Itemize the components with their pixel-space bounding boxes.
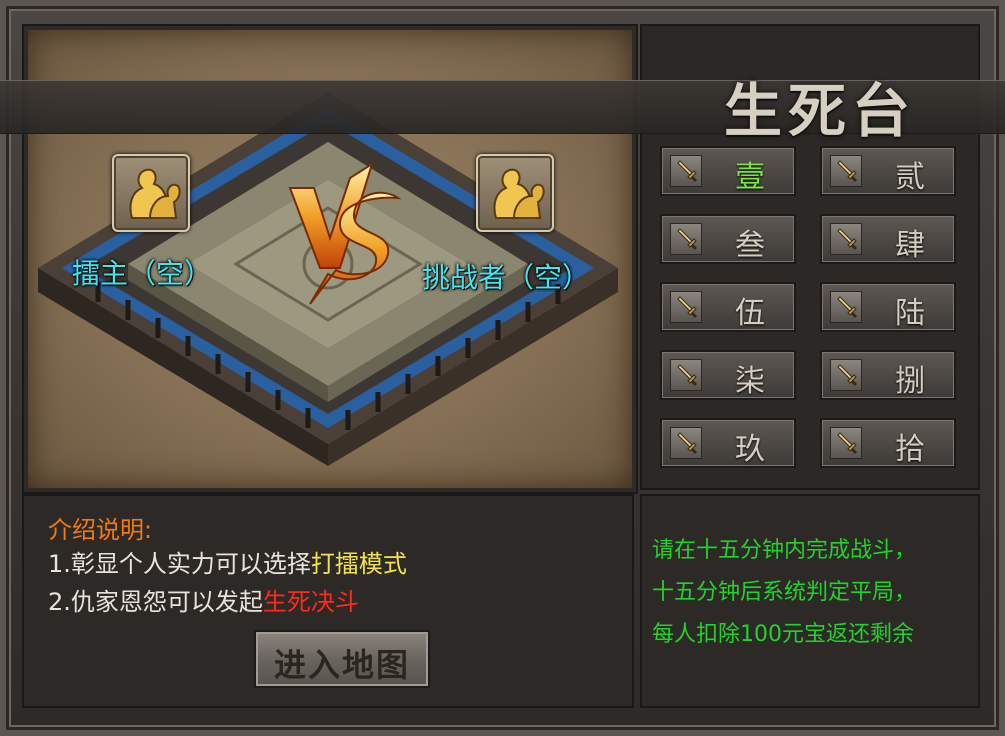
fighter-silhouette-icon <box>129 168 181 219</box>
rules-line: 每人扣除100元宝返还剩余 <box>652 622 914 647</box>
sword-icon <box>670 291 702 323</box>
room-label: 陆 <box>895 296 925 331</box>
sword-icon <box>670 223 702 255</box>
sword-icon <box>830 291 862 323</box>
room-grid: 壹 贰叁 肆伍 陆柒 捌玖 拾 <box>660 146 960 476</box>
room-button[interactable]: 陆 <box>820 282 956 332</box>
sword-icon <box>670 359 702 391</box>
room-label: 柒 <box>735 364 765 399</box>
room-label: 壹 <box>735 160 765 195</box>
rules-panel: 请在十五分钟内完成战斗， 十五分钟后系统判定平局， 每人扣除100元宝返还剩余 <box>640 494 980 708</box>
fighter-silhouette-icon <box>493 168 545 219</box>
room-label: 玖 <box>735 432 765 467</box>
room-button[interactable]: 柒 <box>660 350 796 400</box>
intro-line-2: 2.仇家恩怨可以发起生死决斗 <box>48 582 359 617</box>
enter-map-button[interactable]: 进入地图 <box>254 630 430 688</box>
challenger-label: 挑战者（空） <box>422 261 591 294</box>
arena-host-avatar[interactable] <box>112 154 190 232</box>
intro-line-1: 1.彰显个人实力可以选择打擂模式 <box>48 544 407 579</box>
room-button[interactable]: 伍 <box>660 282 796 332</box>
room-label: 伍 <box>735 296 765 331</box>
room-label: 肆 <box>895 228 925 263</box>
intro-line-1-text: 1.彰显个人实力可以选择 <box>48 550 311 578</box>
sword-icon <box>830 155 862 187</box>
room-label: 叁 <box>735 228 765 263</box>
vs-emblem <box>288 161 402 305</box>
intro-line-1-highlight: 打擂模式 <box>310 550 407 578</box>
sword-icon <box>830 359 862 391</box>
intro-line-2-highlight: 生死决斗 <box>262 588 359 616</box>
rules-line: 十五分钟后系统判定平局， <box>652 580 917 605</box>
room-label: 拾 <box>895 432 925 467</box>
intro-title: 介绍说明: <box>48 516 153 544</box>
sword-icon <box>830 427 862 459</box>
room-label: 贰 <box>895 160 925 195</box>
sword-icon <box>670 427 702 459</box>
room-button[interactable]: 捌 <box>820 350 956 400</box>
intro-line-2-text: 2.仇家恩怨可以发起 <box>48 588 263 616</box>
enter-map-label: 进入地图 <box>273 646 410 684</box>
rules-line: 请在十五分钟内完成战斗， <box>652 538 917 563</box>
challenger-avatar[interactable] <box>476 154 554 232</box>
room-button[interactable]: 玖 <box>660 418 796 468</box>
sword-icon <box>830 223 862 255</box>
intro-panel: 介绍说明: 1.彰显个人实力可以选择打擂模式 2.仇家恩怨可以发起生死决斗 进入… <box>22 494 634 708</box>
room-button[interactable]: 壹 <box>660 146 796 196</box>
page-title: 生死台 <box>723 77 916 145</box>
room-button[interactable]: 叁 <box>660 214 796 264</box>
room-button[interactable]: 拾 <box>820 418 956 468</box>
room-label: 捌 <box>895 364 925 399</box>
room-button[interactable]: 肆 <box>820 214 956 264</box>
arena-host-label: 擂主（空） <box>72 257 213 290</box>
room-button[interactable]: 贰 <box>820 146 956 196</box>
sword-icon <box>670 155 702 187</box>
